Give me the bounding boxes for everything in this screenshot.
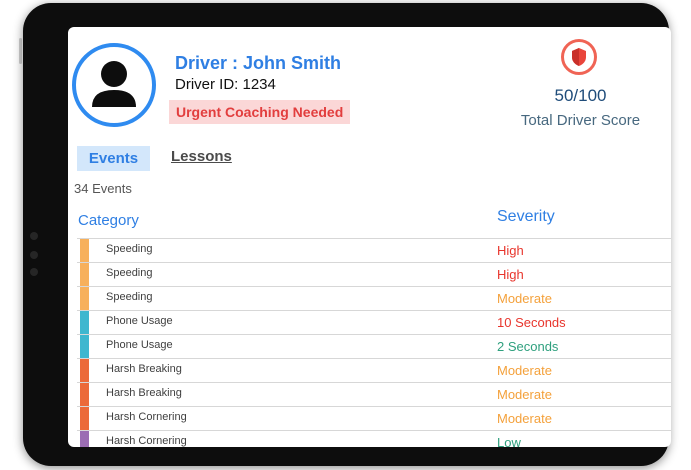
tablet-frame: Driver : John Smith Driver ID: 1234 Urge… [23,3,671,466]
camera-icon [30,232,38,240]
event-category: Speeding [106,267,153,279]
category-column-header: Category [78,212,139,229]
category-color-bar [80,311,89,335]
sensor-icon [30,268,38,276]
event-severity: High [497,267,524,282]
category-color-bar [80,239,89,263]
event-severity: Low [497,435,521,447]
category-color-bar [80,287,89,311]
event-category: Harsh Breaking [106,387,182,399]
event-severity: Moderate [497,363,552,378]
event-severity: Moderate [497,387,552,402]
driver-score-value: 50/100 [554,86,607,105]
event-severity: 2 Seconds [497,339,559,354]
app-screen: Driver : John Smith Driver ID: 1234 Urge… [68,27,671,447]
category-color-bar [80,263,89,287]
events-count: 34 Events [74,181,132,196]
event-category: Speeding [106,291,153,303]
driver-id: Driver ID: 1234 [175,76,276,93]
tab-lessons[interactable]: Lessons [171,148,232,165]
tab-events[interactable]: Events [77,146,150,171]
side-volume-button [19,38,22,64]
sensor-icon [30,251,38,259]
category-color-bar [80,335,89,359]
table-row[interactable]: Harsh Cornering Moderate [77,406,671,431]
event-category: Phone Usage [106,339,173,351]
table-row[interactable]: Speeding High [77,262,671,287]
event-severity: 10 Seconds [497,315,566,330]
event-category: Harsh Cornering [106,411,187,423]
category-color-bar [80,431,89,447]
person-icon [92,61,136,107]
category-color-bar [80,383,89,407]
table-row[interactable]: Speeding Moderate [77,286,671,311]
driver-score-label: Total Driver Score [520,112,641,129]
table-row[interactable]: Phone Usage 2 Seconds [77,334,671,359]
table-row[interactable]: Speeding High [77,238,671,263]
event-category: Phone Usage [106,315,173,327]
category-color-bar [80,359,89,383]
event-severity: High [497,243,524,258]
avatar [72,43,156,127]
table-row[interactable]: Phone Usage 10 Seconds [77,310,671,335]
severity-column-header: Severity [497,208,555,225]
driver-name: Driver : John Smith [175,53,342,73]
event-category: Speeding [106,243,153,255]
coaching-status-badge: Urgent Coaching Needed [169,100,351,124]
table-row[interactable]: Harsh Breaking Moderate [77,382,671,407]
table-row[interactable]: Harsh Cornering Low [77,430,671,447]
shield-icon [561,39,597,75]
category-color-bar [80,407,89,431]
table-row[interactable]: Harsh Breaking Moderate [77,358,671,383]
event-severity: Moderate [497,291,552,306]
event-severity: Moderate [497,411,552,426]
event-category: Harsh Cornering [106,435,187,447]
event-category: Harsh Breaking [106,363,182,375]
